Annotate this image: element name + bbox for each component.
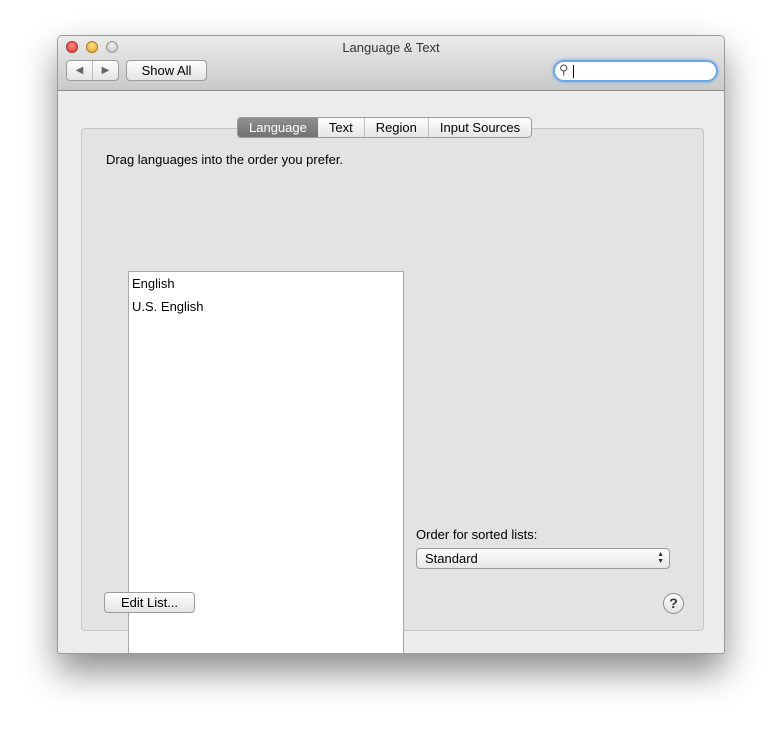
tab-text[interactable]: Text [318, 118, 364, 137]
back-button[interactable]: ◀ [67, 61, 93, 80]
edit-list-button[interactable]: Edit List... [104, 592, 195, 613]
help-button[interactable]: ? [663, 593, 684, 614]
sort-order-value: Standard [425, 551, 478, 566]
instruction-label: Drag languages into the order you prefer… [106, 152, 344, 167]
sort-order-label: Order for sorted lists: [416, 527, 538, 542]
list-item[interactable]: U.S. English [129, 295, 403, 318]
show-all-button[interactable]: Show All [126, 60, 207, 81]
preferences-window: Language & Text ◀ ▶ Show All ⚲ Drag lang… [57, 35, 725, 654]
tab-region[interactable]: Region [363, 118, 428, 137]
forward-button[interactable]: ▶ [93, 61, 118, 80]
toolbar: Language & Text ◀ ▶ Show All ⚲ [58, 36, 724, 91]
tab-language[interactable]: Language [238, 118, 318, 137]
window-title: Language & Text [342, 40, 440, 55]
text-cursor [573, 65, 574, 78]
sort-order-select[interactable]: Standard ▲ ▼ [416, 548, 670, 569]
search-icon: ⚲ [559, 62, 569, 77]
list-item[interactable]: English [129, 272, 403, 295]
back-forward-control: ◀ ▶ [66, 60, 119, 81]
tab-input-sources[interactable]: Input Sources [427, 118, 531, 137]
up-down-arrows-icon: ▲ ▼ [657, 551, 664, 565]
search-input[interactable]: ⚲ [553, 60, 718, 82]
tab-bar: Language Text Region Input Sources [237, 117, 533, 138]
